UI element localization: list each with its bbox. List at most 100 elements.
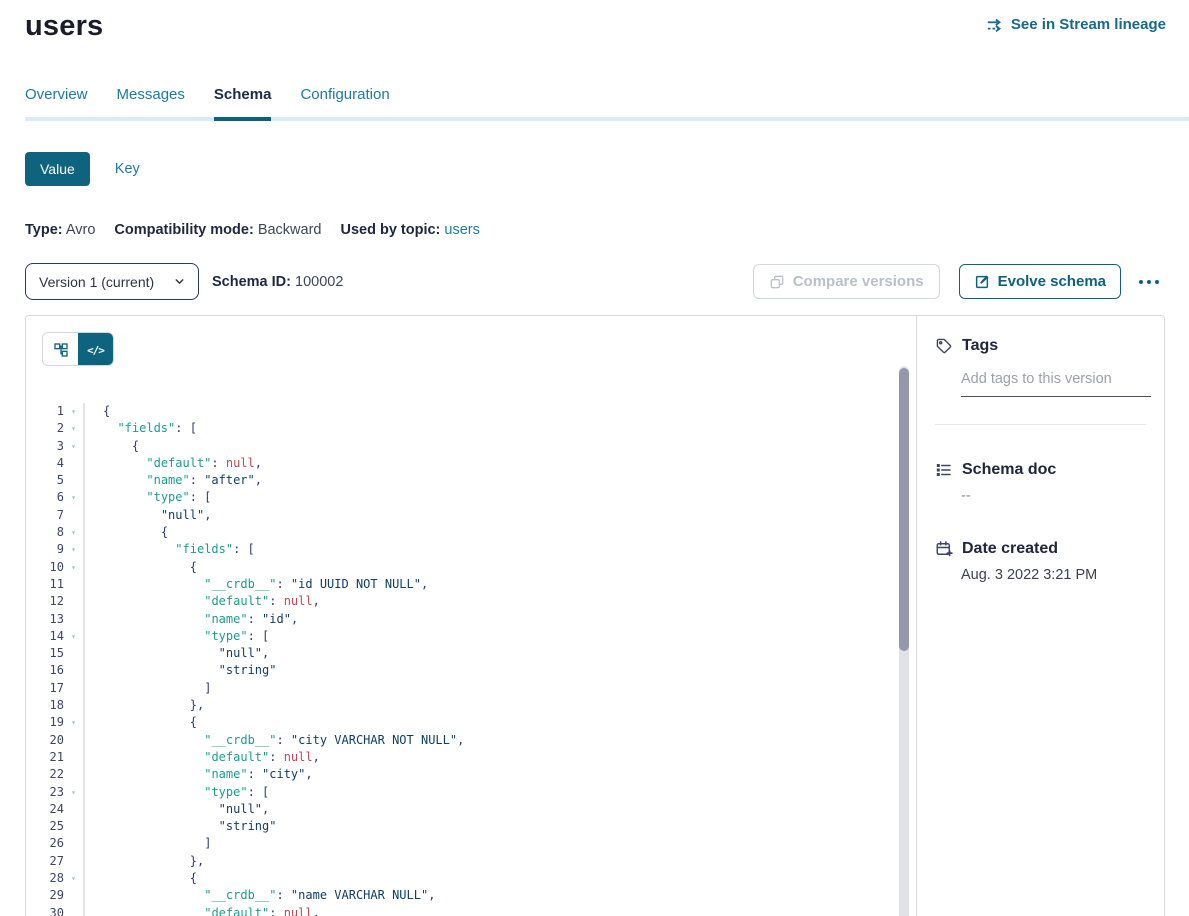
code-text: "__crdb__": "city VARCHAR NOT NULL", bbox=[85, 732, 464, 749]
code-text: { bbox=[85, 524, 168, 541]
code-text: ] bbox=[85, 835, 211, 852]
compare-versions-button[interactable]: Compare versions bbox=[753, 264, 940, 299]
fold-arrow-icon[interactable]: ▾ bbox=[64, 489, 85, 506]
fold-arrow-icon[interactable]: ▾ bbox=[64, 420, 85, 437]
topic-link[interactable]: users bbox=[444, 222, 479, 238]
tab-messages[interactable]: Messages bbox=[117, 86, 185, 117]
code-view-button[interactable]: </> bbox=[78, 333, 113, 366]
line-number: 22 bbox=[26, 766, 64, 783]
line-number: 11 bbox=[26, 576, 64, 593]
fold-arrow-icon[interactable]: ▾ bbox=[64, 714, 85, 731]
line-number: 27 bbox=[26, 853, 64, 870]
code-line: 12"default": null, bbox=[26, 593, 916, 610]
line-number: 2 bbox=[26, 420, 64, 437]
type-value: Avro bbox=[66, 222, 96, 238]
code-text: { bbox=[85, 438, 139, 455]
used-by-topic-label: Used by topic: bbox=[340, 222, 440, 238]
fold-arrow-icon[interactable]: ▾ bbox=[64, 559, 85, 576]
code-line: 13"name": "id", bbox=[26, 611, 916, 628]
date-created-heading: Date created bbox=[962, 540, 1058, 558]
fold-arrow-icon[interactable]: ▾ bbox=[64, 524, 85, 541]
line-number: 14 bbox=[26, 628, 64, 645]
code-text: "string" bbox=[85, 818, 276, 835]
tags-section-header: Tags bbox=[935, 337, 1146, 355]
line-number: 30 bbox=[26, 905, 64, 916]
tab-overview[interactable]: Overview bbox=[25, 86, 88, 117]
line-number: 29 bbox=[26, 887, 64, 904]
line-number: 9 bbox=[26, 541, 64, 558]
line-number: 13 bbox=[26, 611, 64, 628]
line-number: 6 bbox=[26, 489, 64, 506]
code-line: 4"default": null, bbox=[26, 455, 916, 472]
code-text: "name": "after", bbox=[85, 472, 262, 489]
line-number: 28 bbox=[26, 870, 64, 887]
editor-scrollbar[interactable] bbox=[899, 366, 909, 916]
line-number: 7 bbox=[26, 507, 64, 524]
more-options-button[interactable] bbox=[1134, 274, 1164, 290]
version-select[interactable]: Version 1 (current) bbox=[25, 263, 199, 300]
fold-arrow-icon[interactable]: ▾ bbox=[64, 541, 85, 558]
code-text: "default": null, bbox=[85, 905, 320, 916]
stream-lineage-link[interactable]: See in Stream lineage bbox=[986, 16, 1166, 33]
code-line: 25"string" bbox=[26, 818, 916, 835]
tab-schema[interactable]: Schema bbox=[214, 86, 272, 121]
code-line: 27}, bbox=[26, 853, 916, 870]
code-view-icon: </> bbox=[87, 344, 104, 357]
code-text: "__crdb__": "id UUID NOT NULL", bbox=[85, 576, 428, 593]
code-text: }, bbox=[85, 697, 204, 714]
version-select-value: Version 1 (current) bbox=[39, 274, 154, 290]
code-line: 8▾{ bbox=[26, 524, 916, 541]
page-header: users See in Stream lineage bbox=[0, 0, 1189, 43]
code-line: 21"default": null, bbox=[26, 749, 916, 766]
ellipsis-icon bbox=[1138, 278, 1160, 286]
tags-input[interactable] bbox=[961, 371, 1151, 397]
line-number: 20 bbox=[26, 732, 64, 749]
evolve-schema-button[interactable]: Evolve schema bbox=[959, 264, 1121, 299]
schema-doc-value: -- bbox=[961, 488, 1146, 504]
fold-gutter bbox=[64, 749, 85, 766]
schema-panel: </> 1▾{2▾"fields": [3▾{4"default": null,… bbox=[25, 315, 1165, 916]
schema-controls: Version 1 (current) Schema ID: 100002 Co… bbox=[25, 263, 1164, 300]
fold-arrow-icon[interactable]: ▾ bbox=[64, 403, 85, 420]
code-text: { bbox=[85, 559, 197, 576]
list-icon bbox=[935, 461, 953, 479]
line-number: 26 bbox=[26, 835, 64, 852]
fold-gutter bbox=[64, 472, 85, 489]
code-text: "fields": [ bbox=[85, 541, 255, 558]
code-text: { bbox=[85, 870, 197, 887]
fold-gutter bbox=[64, 576, 85, 593]
code-text: "null", bbox=[85, 507, 211, 524]
line-number: 23 bbox=[26, 784, 64, 801]
key-toggle-button[interactable]: Key bbox=[115, 161, 140, 177]
fold-arrow-icon[interactable]: ▾ bbox=[64, 628, 85, 645]
fold-arrow-icon[interactable]: ▾ bbox=[64, 438, 85, 455]
schema-id: Schema ID: 100002 bbox=[212, 274, 343, 290]
fold-arrow-icon[interactable]: ▾ bbox=[64, 784, 85, 801]
tag-icon bbox=[935, 337, 953, 355]
fold-arrow-icon[interactable]: ▾ bbox=[64, 870, 85, 887]
fold-gutter bbox=[64, 645, 85, 662]
code-editor[interactable]: 1▾{2▾"fields": [3▾{4"default": null,5"na… bbox=[26, 403, 916, 916]
date-created-section: Date created Aug. 3 2022 3:21 PM bbox=[935, 540, 1146, 583]
tab-configuration[interactable]: Configuration bbox=[300, 86, 389, 117]
fold-gutter bbox=[64, 732, 85, 749]
compatibility-value: Backward bbox=[258, 222, 322, 238]
line-number: 15 bbox=[26, 645, 64, 662]
fold-gutter bbox=[64, 662, 85, 679]
fold-gutter bbox=[64, 887, 85, 904]
schema-id-label: Schema ID: bbox=[212, 274, 291, 290]
fold-gutter bbox=[64, 697, 85, 714]
code-text: "type": [ bbox=[85, 489, 211, 506]
code-text: ] bbox=[85, 680, 211, 697]
code-line: 20 "__crdb__": "city VARCHAR NOT NULL", bbox=[26, 732, 916, 749]
value-toggle-button[interactable]: Value bbox=[25, 152, 90, 186]
code-text: { bbox=[85, 403, 110, 420]
schema-id-value: 100002 bbox=[295, 274, 343, 290]
code-pane: </> 1▾{2▾"fields": [3▾{4"default": null,… bbox=[26, 316, 917, 916]
code-line: 3▾{ bbox=[26, 438, 916, 455]
code-line: 6▾"type": [ bbox=[26, 489, 916, 506]
tree-view-button[interactable] bbox=[43, 333, 78, 366]
fold-gutter bbox=[64, 593, 85, 610]
code-line: 10▾{ bbox=[26, 559, 916, 576]
editor-scrollbar-thumb[interactable] bbox=[899, 368, 909, 651]
